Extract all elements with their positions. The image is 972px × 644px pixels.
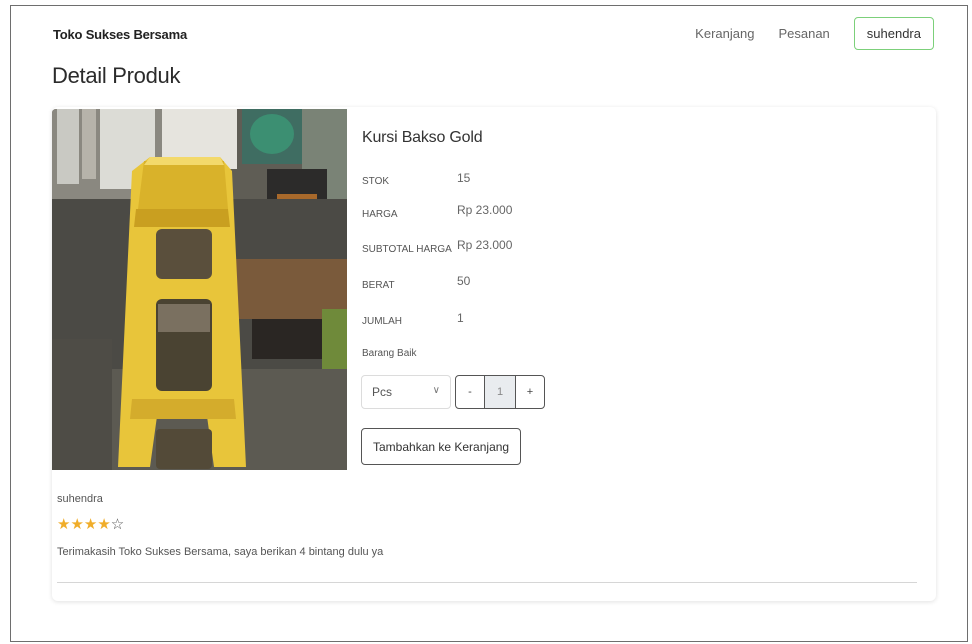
review-divider <box>57 582 917 583</box>
spec-quantity-label: JUMLAH <box>362 316 403 327</box>
review-comment: Terimakasih Toko Sukses Bersama, saya be… <box>57 546 384 558</box>
product-name: Kursi Bakso Gold <box>362 129 483 146</box>
nav-user-button[interactable]: suhendra <box>853 17 934 50</box>
page-title: Detail Produk <box>52 63 181 88</box>
product-image <box>52 109 347 470</box>
add-to-cart-button[interactable]: Tambahkan ke Keranjang <box>361 428 522 465</box>
review-item: suhendra ★★★★☆ Terimakasih Toko Sukses B… <box>57 493 917 583</box>
spec-stock-value: 15 <box>457 171 471 185</box>
top-nav: Keranjang Pesanan suhendra <box>695 17 934 50</box>
spec-weight-label: BERAT <box>362 280 395 291</box>
unit-select[interactable]: Pcs ∨ <box>361 375 451 409</box>
chevron-down-icon: ∨ <box>432 385 440 396</box>
spec-price-label: HARGA <box>362 209 398 220</box>
spec-price-value: Rp 23.000 <box>457 203 513 217</box>
brand-logo[interactable]: Toko Sukses Bersama <box>53 27 187 42</box>
reviewer-name: suhendra <box>57 493 103 505</box>
spec-stock-label: STOK <box>362 176 390 187</box>
star-rating: ★★★★☆ <box>57 515 124 533</box>
product-condition: Barang Baik <box>362 348 417 359</box>
spec-subtotal-value: Rp 23.000 <box>457 238 513 252</box>
quantity-stepper: - 1 + <box>455 375 545 409</box>
nav-orders-link[interactable]: Pesanan <box>778 26 829 41</box>
nav-cart-link[interactable]: Keranjang <box>695 26 754 41</box>
product-info: Kursi Bakso Gold STOK 15 HARGA Rp 23.000… <box>361 129 545 465</box>
increment-button[interactable]: + <box>515 375 545 409</box>
star-filled-icon: ★★★★ <box>57 516 111 533</box>
spec-subtotal-label: SUBTOTAL HARGA <box>362 244 452 255</box>
spec-weight-value: 50 <box>457 274 471 288</box>
unit-select-value: Pcs <box>372 385 393 399</box>
spec-quantity-value: 1 <box>457 311 464 325</box>
decrement-button[interactable]: - <box>455 375 485 409</box>
product-card: Kursi Bakso Gold STOK 15 HARGA Rp 23.000… <box>52 107 936 601</box>
quantity-input[interactable]: 1 <box>485 375 515 409</box>
star-empty-icon: ☆ <box>110 516 125 533</box>
